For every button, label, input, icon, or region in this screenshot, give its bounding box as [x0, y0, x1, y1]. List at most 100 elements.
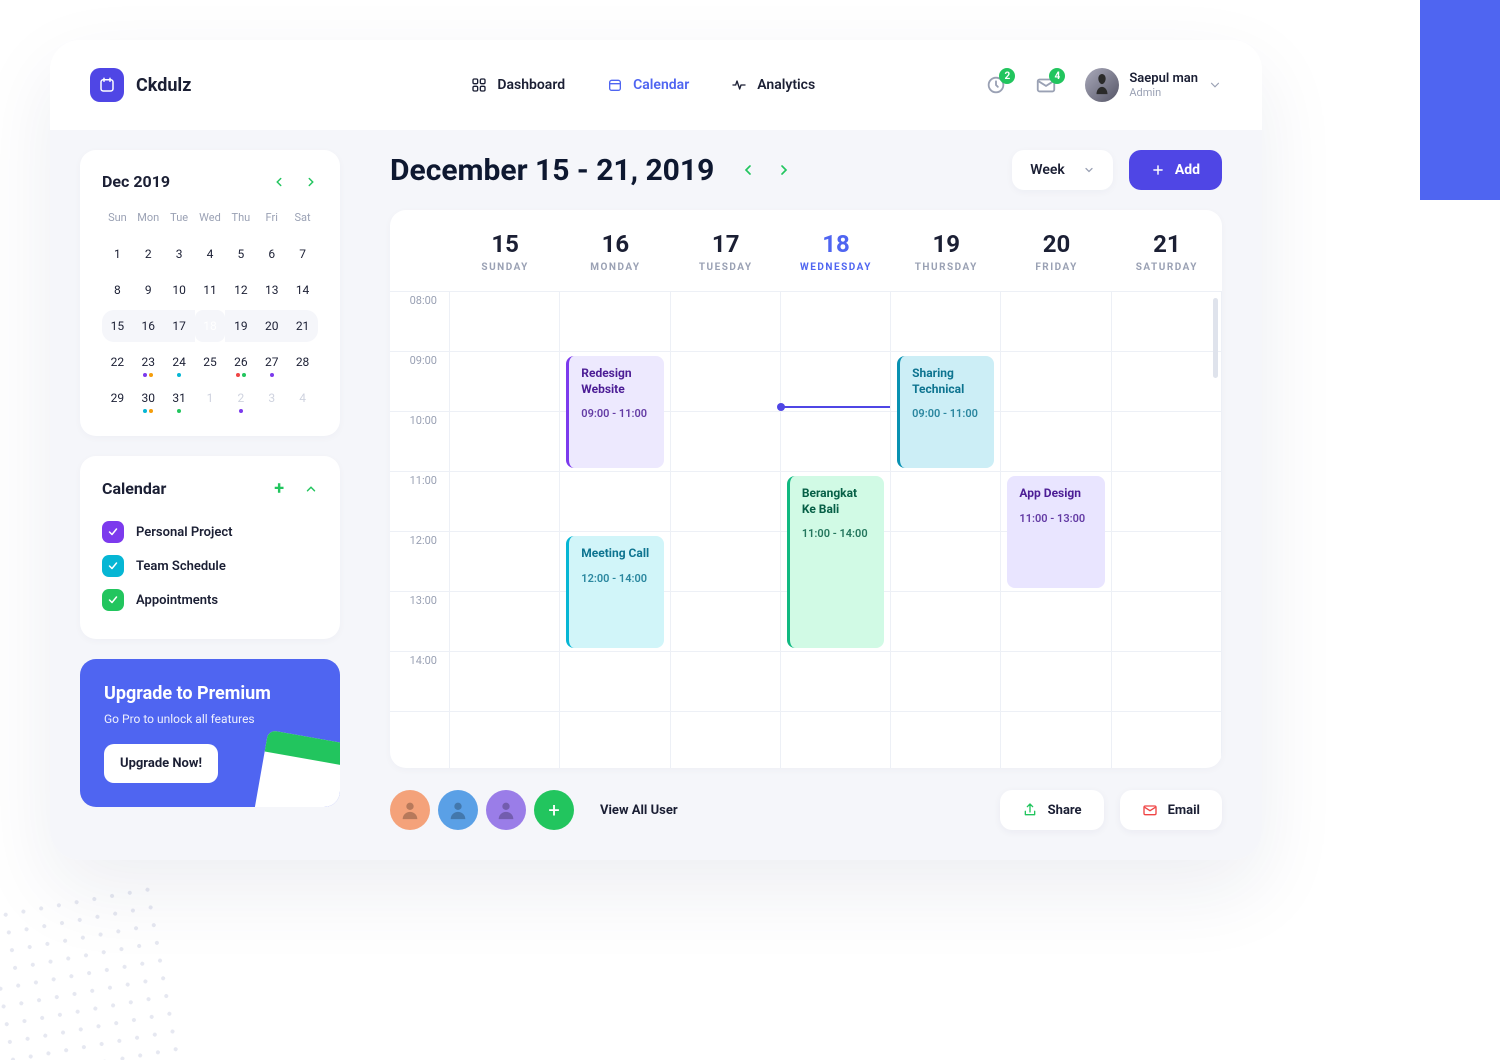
- mini-day[interactable]: 9: [133, 274, 164, 306]
- mini-day[interactable]: 15: [102, 310, 133, 342]
- upgrade-button[interactable]: Upgrade Now!: [104, 744, 218, 783]
- time-label: 13:00: [390, 592, 449, 652]
- mini-day[interactable]: 22: [102, 346, 133, 378]
- user-avatar[interactable]: [438, 790, 478, 830]
- mini-day[interactable]: 13: [256, 274, 287, 306]
- mini-day[interactable]: 2: [133, 238, 164, 270]
- add-calendar-button[interactable]: +: [274, 478, 284, 499]
- day-column[interactable]: Sharing Technical09:00 - 11:00: [891, 292, 1001, 768]
- calendar-event[interactable]: App Design11:00 - 13:00: [1007, 476, 1104, 588]
- mini-day[interactable]: 25: [195, 346, 226, 378]
- mini-day[interactable]: 20: [256, 310, 287, 342]
- mini-day[interactable]: 12: [225, 274, 256, 306]
- day-column[interactable]: [450, 292, 560, 768]
- calendar-event[interactable]: Berangkat Ke Bali11:00 - 14:00: [787, 476, 884, 648]
- calendar-checkbox[interactable]: Appointments: [102, 583, 318, 617]
- mini-day[interactable]: 19: [225, 310, 256, 342]
- calendar-event[interactable]: Sharing Technical09:00 - 11:00: [897, 356, 994, 468]
- mini-day[interactable]: 1: [102, 238, 133, 270]
- day-number: 15: [450, 230, 560, 258]
- collapse-calendars-button[interactable]: [304, 482, 318, 496]
- view-select[interactable]: Week: [1012, 150, 1113, 190]
- day-column[interactable]: [671, 292, 781, 768]
- mini-day[interactable]: 8: [102, 274, 133, 306]
- nav-calendar-label: Calendar: [633, 77, 689, 93]
- user-avatar[interactable]: [390, 790, 430, 830]
- share-button[interactable]: Share: [1000, 790, 1104, 830]
- mini-day[interactable]: 26: [225, 346, 256, 378]
- user-role: Admin: [1129, 86, 1198, 99]
- mini-day[interactable]: 16: [133, 310, 164, 342]
- day-header[interactable]: 18WEDNESDAY: [781, 210, 891, 291]
- pulse-icon: [731, 77, 747, 93]
- day-header[interactable]: 15SUNDAY: [450, 210, 560, 291]
- mini-day[interactable]: 1: [195, 382, 226, 414]
- check-icon: [102, 521, 124, 543]
- mini-day[interactable]: 2: [225, 382, 256, 414]
- day-column[interactable]: App Design11:00 - 13:00: [1001, 292, 1111, 768]
- scrollbar[interactable]: [1213, 298, 1218, 378]
- mini-day[interactable]: 21: [287, 310, 318, 342]
- range-next-button[interactable]: [776, 162, 792, 178]
- day-number: 16: [560, 230, 670, 258]
- nav-dashboard[interactable]: Dashboard: [471, 77, 565, 93]
- user-avatar[interactable]: [486, 790, 526, 830]
- promo-title: Upgrade to Premium: [104, 683, 316, 704]
- mini-day[interactable]: 18: [195, 310, 226, 342]
- messages-button[interactable]: 4: [1035, 74, 1057, 96]
- event-title: Berangkat Ke Bali: [802, 486, 872, 517]
- user-menu[interactable]: Saepul man Admin: [1085, 68, 1222, 102]
- calendar-event[interactable]: Redesign Website09:00 - 11:00: [566, 356, 663, 468]
- time-label: 14:00: [390, 652, 449, 712]
- email-button[interactable]: Email: [1120, 790, 1222, 830]
- mini-day[interactable]: 17: [164, 310, 195, 342]
- mini-day[interactable]: 7: [287, 238, 318, 270]
- mini-day[interactable]: 4: [195, 238, 226, 270]
- day-header[interactable]: 21SATURDAY: [1112, 210, 1222, 291]
- calendar-checkbox[interactable]: Personal Project: [102, 515, 318, 549]
- day-header[interactable]: 16MONDAY: [560, 210, 670, 291]
- mini-day[interactable]: 28: [287, 346, 318, 378]
- nav-calendar[interactable]: Calendar: [607, 77, 689, 93]
- view-all-users-link[interactable]: View All User: [600, 803, 678, 818]
- add-user-button[interactable]: +: [534, 790, 574, 830]
- day-header[interactable]: 20FRIDAY: [1001, 210, 1111, 291]
- day-number: 20: [1001, 230, 1111, 258]
- calendar-checkbox[interactable]: Team Schedule: [102, 549, 318, 583]
- calendar-event[interactable]: Meeting Call12:00 - 14:00: [566, 536, 663, 648]
- notifications-button[interactable]: 2: [985, 74, 1007, 96]
- day-column[interactable]: Redesign Website09:00 - 11:00 Meeting Cal…: [560, 292, 670, 768]
- mini-next-button[interactable]: [304, 175, 318, 189]
- mini-day[interactable]: 29: [102, 382, 133, 414]
- range-prev-button[interactable]: [740, 162, 756, 178]
- upgrade-promo: Upgrade to Premium Go Pro to unlock all …: [80, 659, 340, 807]
- nav-analytics[interactable]: Analytics: [731, 77, 815, 93]
- mini-day[interactable]: 14: [287, 274, 318, 306]
- calendar-label: Appointments: [136, 593, 218, 608]
- mini-day[interactable]: 31: [164, 382, 195, 414]
- mini-day[interactable]: 30: [133, 382, 164, 414]
- mini-day[interactable]: 10: [164, 274, 195, 306]
- mini-day[interactable]: 24: [164, 346, 195, 378]
- mini-day[interactable]: 11: [195, 274, 226, 306]
- mini-day[interactable]: 5: [225, 238, 256, 270]
- day-column[interactable]: Berangkat Ke Bali11:00 - 14:00: [781, 292, 891, 768]
- mini-day[interactable]: 4: [287, 382, 318, 414]
- sidebar: Dec 2019 SunMonTueWedThuFriSat1234567891…: [50, 130, 360, 860]
- mail-icon: [1142, 802, 1158, 818]
- mini-day[interactable]: 6: [256, 238, 287, 270]
- mini-prev-button[interactable]: [272, 175, 286, 189]
- mini-cal-title: Dec 2019: [102, 172, 170, 191]
- mini-day[interactable]: 27: [256, 346, 287, 378]
- mini-day[interactable]: 3: [164, 238, 195, 270]
- brand[interactable]: Ckdulz: [90, 68, 191, 102]
- mini-day[interactable]: 3: [256, 382, 287, 414]
- day-header[interactable]: 17TUESDAY: [671, 210, 781, 291]
- calendars-panel: Calendar + Personal ProjectTeam Schedule…: [80, 456, 340, 639]
- day-column[interactable]: [1112, 292, 1222, 768]
- add-event-button[interactable]: Add: [1129, 150, 1222, 190]
- view-select-label: Week: [1030, 162, 1065, 178]
- mini-day[interactable]: 23: [133, 346, 164, 378]
- day-header[interactable]: 19THURSDAY: [891, 210, 1001, 291]
- event-time: 11:00 - 13:00: [1019, 512, 1092, 525]
